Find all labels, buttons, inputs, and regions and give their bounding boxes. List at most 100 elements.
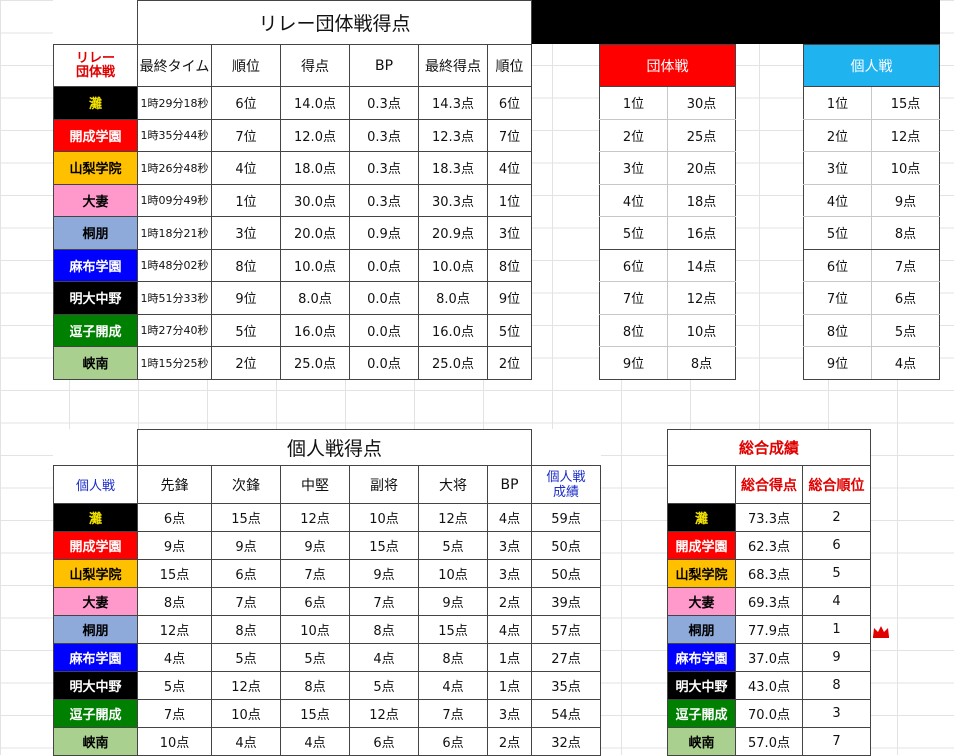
overall-rank-cell: 9	[801, 643, 872, 672]
overall-row: 山梨学院 68.3点 5	[667, 559, 872, 588]
team-name-cell: 峡南	[667, 727, 736, 756]
individual-corner-label: 個人戦	[53, 465, 138, 504]
individual-score-cell: 4点	[137, 643, 212, 672]
team-points-row: 3位 20点	[599, 151, 736, 185]
rank-cell: 6位	[803, 248, 872, 282]
overall-row: 麻布学園 37.0点 9	[667, 643, 872, 672]
relay-time-cell: 1時09分49秒	[137, 183, 212, 217]
relay-title: リレー団体戦得点	[136, 0, 533, 45]
individual-row: 灘 6点 15点 12点 10点 12点 4点 59点	[53, 503, 602, 532]
overall-score-cell: 70.0点	[735, 699, 803, 728]
individual-score-cell: 4点	[418, 671, 488, 700]
individual-score-cell: 12点	[418, 503, 488, 532]
individual-score-cell: 15点	[137, 559, 212, 588]
individual-score-cell: 10点	[137, 727, 212, 756]
individual-score-cell: 4点	[280, 727, 350, 756]
points-cell: 4点	[871, 346, 940, 380]
relay-rank-cell: 1位	[211, 183, 281, 217]
relay-column-header: 最終タイム	[137, 44, 212, 87]
individual-score-cell: 3点	[486, 559, 533, 588]
overall-rank-cell: 1	[801, 615, 872, 644]
overall-results-table: 総合成績 総合得点 総合順位 灘 73.3点 2 開成学園 62.3点 6 山梨学院 68.3点…	[666, 429, 872, 756]
overall-column-header: 総合得点	[735, 465, 803, 504]
rank-cell: 7位	[803, 281, 872, 315]
points-cell: 7点	[871, 248, 940, 282]
overall-score-cell: 77.9点	[735, 615, 803, 644]
individual-score-cell: 2点	[486, 727, 533, 756]
team-points-row: 9位 8点	[599, 346, 736, 380]
individual-score-cell: 6点	[418, 727, 488, 756]
relay-final-cell: 18.3点	[418, 151, 488, 185]
overall-row: 灘 73.3点 2	[667, 503, 872, 532]
relay-time-cell: 1時48分02秒	[137, 248, 212, 282]
relay-time-cell: 1時51分33秒	[137, 281, 212, 315]
overall-rank-cell: 6	[801, 531, 872, 560]
individual-total-cell: 39点	[531, 587, 602, 616]
relay-score-cell: 12.0点	[280, 118, 350, 152]
rank-cell: 2位	[599, 118, 668, 152]
relay-final-cell: 30.3点	[418, 183, 488, 217]
indiv-points-row: 2位 12点	[803, 118, 940, 152]
team-name-cell: 逗子開成	[667, 699, 736, 728]
team-name-cell: 麻布学園	[53, 643, 138, 672]
individual-column-header: 先鋒	[137, 465, 212, 504]
relay-row: 逗子開成 1時27分40秒 5位 16.0点 0.0点 16.0点 5位	[53, 313, 533, 347]
relay-column-header: 順位	[486, 44, 533, 87]
relay-score-cell: 30.0点	[280, 183, 350, 217]
relay-rank-cell: 2位	[211, 346, 281, 380]
individual-score-cell: 4点	[211, 727, 281, 756]
team-name-cell: 灘	[53, 86, 138, 120]
individual-score-cell: 10点	[280, 615, 350, 644]
individual-score-cell: 8点	[211, 615, 281, 644]
team-name-cell: 桐朋	[53, 615, 138, 644]
rank-cell: 2位	[803, 118, 872, 152]
individual-column-header: BP	[486, 465, 533, 504]
overall-score-cell: 57.0点	[735, 727, 803, 756]
team-name-cell: 山梨学院	[53, 151, 138, 185]
overall-row: 逗子開成 70.0点 3	[667, 699, 872, 728]
team-name-cell: 明大中野	[53, 281, 138, 315]
individual-row: 大妻 8点 7点 6点 7点 9点 2点 39点	[53, 587, 602, 616]
relay-rank-cell: 5位	[211, 313, 281, 347]
points-cell: 16点	[667, 216, 736, 250]
rank-cell: 1位	[599, 86, 668, 120]
relay-frank-cell: 6位	[486, 86, 533, 120]
individual-row: 峡南 10点 4点 4点 6点 6点 2点 32点	[53, 727, 602, 756]
team-points-row: 2位 25点	[599, 118, 736, 152]
indiv-points-row: 7位 6点	[803, 281, 940, 315]
individual-score-cell: 5点	[137, 671, 212, 700]
overall-column-header: 総合順位	[801, 465, 872, 504]
individual-total-cell: 59点	[531, 503, 602, 532]
team-name-cell: 明大中野	[667, 671, 736, 700]
rank-cell: 9位	[803, 346, 872, 380]
relay-score-cell: 20.0点	[280, 216, 350, 250]
individual-score-cell: 15点	[418, 615, 488, 644]
team-name-cell: 大妻	[667, 587, 736, 616]
individual-score-cell: 7点	[137, 699, 212, 728]
relay-row: 峡南 1時15分25秒 2位 25.0点 0.0点 25.0点 2位	[53, 346, 533, 380]
relay-column-header: 最終得点	[418, 44, 488, 87]
points-cell: 10点	[667, 313, 736, 347]
individual-score-cell: 9点	[349, 559, 419, 588]
team-name-cell: 麻布学園	[53, 248, 138, 282]
relay-rank-cell: 7位	[211, 118, 281, 152]
individual-total-cell: 35点	[531, 671, 602, 700]
points-cell: 18点	[667, 183, 736, 217]
overall-row: 大妻 69.3点 4	[667, 587, 872, 616]
team-points-row: 5位 16点	[599, 216, 736, 250]
indiv-points-row: 4位 9点	[803, 183, 940, 217]
team-points-row: 4位 18点	[599, 183, 736, 217]
individual-score-cell: 12点	[137, 615, 212, 644]
rank-cell: 6位	[599, 248, 668, 282]
relay-rank-cell: 3位	[211, 216, 281, 250]
relay-final-cell: 12.3点	[418, 118, 488, 152]
rank-cell: 5位	[803, 216, 872, 250]
overall-score-cell: 62.3点	[735, 531, 803, 560]
relay-corner-label: リレー 団体戦	[53, 44, 138, 87]
relay-final-cell: 14.3点	[418, 86, 488, 120]
individual-row: 桐朋 12点 8点 10点 8点 15点 4点 57点	[53, 615, 602, 644]
individual-score-cell: 5点	[280, 643, 350, 672]
individual-row: 開成学園 9点 9点 9点 15点 5点 3点 50点	[53, 531, 602, 560]
team-name-cell: 逗子開成	[53, 313, 138, 347]
individual-column-header: 中堅	[280, 465, 350, 504]
